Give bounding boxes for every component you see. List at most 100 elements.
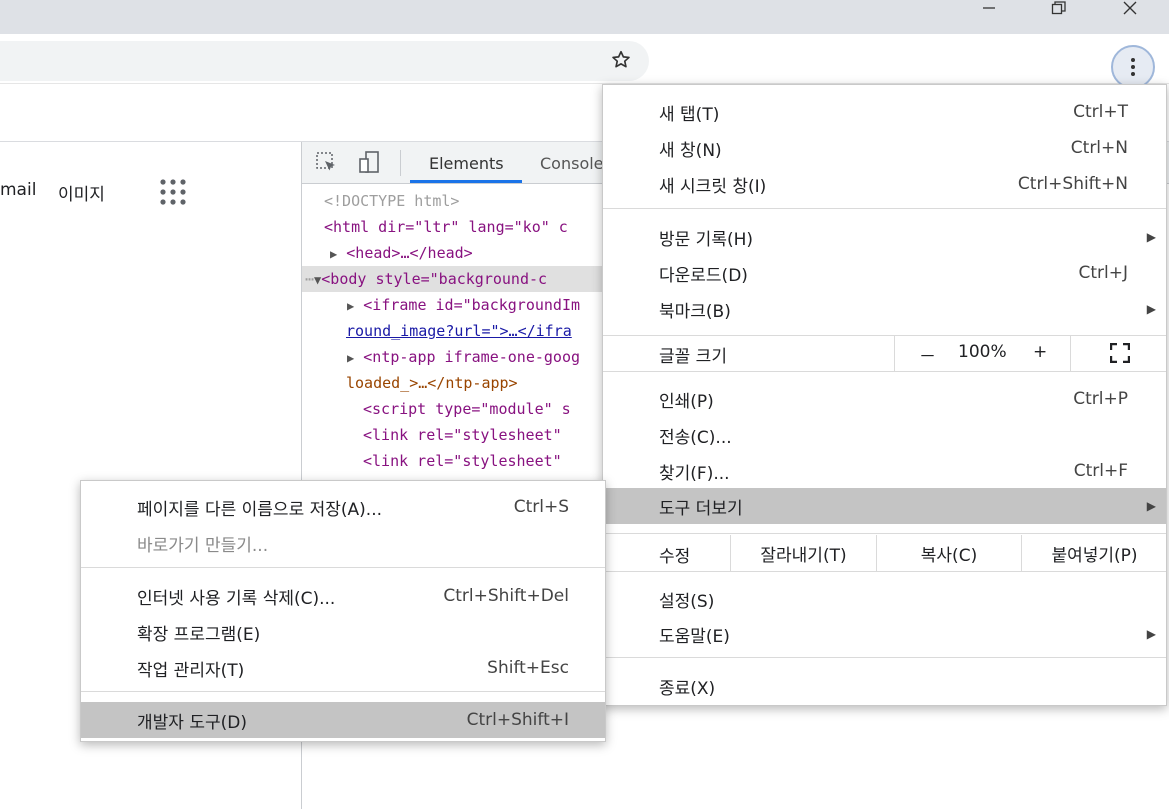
dom-line[interactable]: ▶ <head>…</head> — [330, 240, 473, 266]
expand-triangle-icon[interactable]: ▶ — [347, 299, 354, 313]
menu-item-extensions[interactable]: 확장 프로그램(E) — [81, 614, 605, 650]
more-vert-icon — [1131, 58, 1135, 76]
menu-item-settings[interactable]: 설정(S) — [603, 581, 1166, 617]
menu-item-new-tab[interactable]: 새 탭(T) Ctrl+T — [603, 94, 1166, 130]
menu-item-clear-browsing-data[interactable]: 인터넷 사용 기록 삭제(C)... Ctrl+Shift+Del — [81, 578, 605, 614]
close-icon[interactable] — [1107, 0, 1153, 16]
dom-line[interactable]: <link rel="stylesheet" — [363, 422, 562, 448]
fullscreen-icon[interactable] — [1070, 335, 1168, 371]
more-tools-submenu: 페이지를 다른 이름으로 저장(A)... Ctrl+S 바로가기 만들기...… — [80, 480, 606, 742]
dom-line[interactable]: <link rel="stylesheet" — [363, 448, 562, 474]
menu-shortcut: Ctrl+Shift+Del — [443, 586, 569, 606]
dom-line[interactable]: <script type="module" s — [363, 396, 571, 422]
menu-separator — [81, 567, 605, 568]
menu-shortcut: Ctrl+Shift+I — [466, 710, 569, 730]
chrome-main-menu: 새 탭(T) Ctrl+T 새 창(N) Ctrl+N 새 시크릿 창(I) C… — [602, 84, 1167, 706]
browser-toolbar — [0, 34, 1169, 89]
edit-label: 수정 — [659, 547, 691, 567]
zoom-label: 글꼴 크기 — [659, 347, 727, 367]
menu-label: 작업 관리자(T) — [137, 660, 245, 681]
more-dots-icon[interactable]: ⋯ — [305, 270, 314, 288]
menu-label: 새 창(N) — [659, 140, 722, 161]
menu-label: 종료(X) — [659, 678, 716, 699]
menu-item-task-manager[interactable]: 작업 관리자(T) Shift+Esc — [81, 650, 605, 686]
menu-label: 북마크(B) — [659, 301, 731, 322]
chrome-menu-button[interactable] — [1111, 45, 1155, 89]
menu-item-print[interactable]: 인쇄(P) Ctrl+P — [603, 381, 1166, 417]
menu-shortcut: Ctrl+T — [1073, 102, 1128, 122]
menu-label: 페이지를 다른 이름으로 저장(A)... — [137, 499, 382, 520]
submenu-arrow-icon: ▶ — [1146, 499, 1156, 513]
title-bar — [0, 0, 1169, 34]
zoom-out-button[interactable]: － — [919, 342, 936, 367]
menu-shortcut: Ctrl+P — [1073, 389, 1128, 409]
menu-separator — [603, 657, 1166, 658]
menu-item-developer-tools[interactable]: 개발자 도구(D) Ctrl+Shift+I — [81, 702, 605, 738]
submenu-arrow-icon: ▶ — [1146, 627, 1156, 641]
menu-shortcut: Ctrl+Shift+N — [1017, 174, 1128, 194]
devtools-separator — [400, 150, 401, 176]
dom-line-selected[interactable]: ⋯▼<body style="background-c — [302, 266, 602, 292]
menu-label: 전송(C)... — [659, 427, 732, 448]
gmail-link[interactable]: mail — [0, 180, 36, 200]
minimize-icon[interactable] — [966, 0, 1012, 16]
menu-zoom-row: 글꼴 크기 － 100% + — [603, 335, 1166, 371]
menu-label: 확장 프로그램(E) — [137, 624, 261, 645]
submenu-arrow-icon: ▶ — [1146, 230, 1156, 244]
zoom-controls: － 100% + — [894, 335, 1167, 371]
menu-item-help[interactable]: 도움말(E) ▶ — [603, 616, 1166, 652]
apps-grid-icon[interactable] — [159, 178, 187, 206]
menu-separator — [603, 208, 1166, 209]
dom-line[interactable]: ▶ <iframe id="backgroundIm — [347, 292, 580, 318]
bookmark-star-icon[interactable] — [605, 44, 637, 76]
menu-item-save-as[interactable]: 페이지를 다른 이름으로 저장(A)... Ctrl+S — [81, 489, 605, 525]
restore-icon[interactable] — [1036, 0, 1082, 16]
expand-triangle-icon[interactable]: ▶ — [330, 247, 337, 261]
cut-button[interactable]: 잘라내기(T) — [730, 535, 876, 571]
copy-label: 복사(C) — [920, 545, 978, 566]
images-link[interactable]: 이미지 — [58, 180, 105, 205]
device-toolbar-icon[interactable] — [358, 151, 382, 175]
copy-button[interactable]: 복사(C) — [876, 535, 1021, 571]
expand-triangle-icon[interactable]: ▶ — [347, 351, 354, 365]
dom-line[interactable]: <!DOCTYPE html> — [324, 188, 459, 214]
zoom-in-button[interactable]: + — [1033, 342, 1047, 362]
menu-item-more-tools[interactable]: 도구 더보기 ▶ — [603, 488, 1166, 524]
menu-label: 설정(S) — [659, 591, 715, 612]
dom-line[interactable]: round_image?url=">…</ifra — [346, 318, 572, 344]
menu-label: 인쇄(P) — [659, 391, 714, 412]
menu-label: 새 시크릿 창(I) — [659, 176, 767, 197]
dom-line[interactable]: <html dir="ltr" lang="ko" c — [324, 214, 568, 240]
menu-item-bookmarks[interactable]: 북마크(B) ▶ — [603, 291, 1166, 327]
tab-elements[interactable]: Elements — [429, 154, 504, 173]
menu-item-new-window[interactable]: 새 창(N) Ctrl+N — [603, 130, 1166, 166]
menu-shortcut: Ctrl+N — [1070, 138, 1128, 158]
menu-shortcut: Ctrl+F — [1073, 461, 1128, 481]
menu-item-downloads[interactable]: 다운로드(D) Ctrl+J — [603, 255, 1166, 291]
menu-edit-row: 수정 잘라내기(T) 복사(C) 붙여넣기(P) — [603, 535, 1166, 571]
menu-separator — [603, 571, 1166, 572]
inspect-element-icon[interactable] — [316, 152, 338, 174]
menu-item-incognito[interactable]: 새 시크릿 창(I) Ctrl+Shift+N — [603, 166, 1166, 202]
menu-separator — [603, 371, 1166, 372]
menu-label: 인터넷 사용 기록 삭제(C)... — [137, 588, 336, 609]
menu-item-exit[interactable]: 종료(X) — [603, 668, 1166, 704]
tab-console[interactable]: Console — [540, 154, 604, 173]
menu-label: 방문 기록(H) — [659, 229, 754, 250]
menu-shortcut: Ctrl+S — [513, 497, 569, 517]
cut-label: 잘라내기(T) — [760, 545, 847, 566]
paste-label: 붙여넣기(P) — [1051, 545, 1138, 566]
active-tab-indicator — [410, 180, 522, 183]
zoom-level: 100% — [958, 342, 1007, 362]
address-bar[interactable] — [0, 41, 649, 81]
menu-item-cast[interactable]: 전송(C)... — [603, 417, 1166, 453]
menu-label: 찾기(F)... — [659, 463, 730, 484]
menu-item-history[interactable]: 방문 기록(H) ▶ — [603, 219, 1166, 255]
menu-item-find[interactable]: 찾기(F)... Ctrl+F — [603, 453, 1166, 489]
paste-button[interactable]: 붙여넣기(P) — [1021, 535, 1167, 571]
menu-separator — [81, 691, 605, 692]
dom-line[interactable]: loaded_>…</ntp-app> — [346, 370, 518, 396]
dom-line[interactable]: ▶ <ntp-app iframe-one-goog — [347, 344, 580, 370]
menu-item-create-shortcut: 바로가기 만들기... — [81, 525, 605, 561]
menu-label: 다운로드(D) — [659, 265, 748, 286]
